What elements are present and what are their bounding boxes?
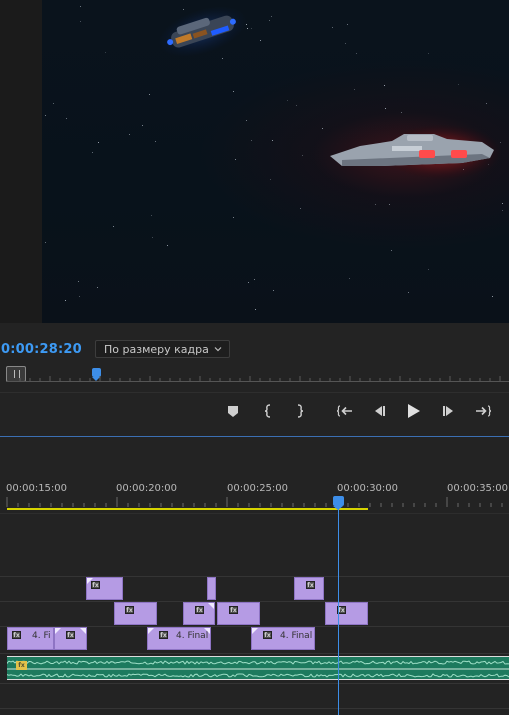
program-monitor-video[interactable] bbox=[42, 0, 509, 323]
step-forward-icon[interactable] bbox=[438, 400, 460, 422]
timeline-clip[interactable]: fx bbox=[114, 602, 157, 625]
monitor-mini-timeline[interactable] bbox=[0, 364, 509, 384]
audio-clip[interactable]: fx bbox=[7, 656, 509, 680]
audio-waveform bbox=[7, 660, 509, 678]
timeline-playhead-line[interactable] bbox=[338, 509, 339, 715]
step-back-icon[interactable] bbox=[368, 400, 390, 422]
fit-dropdown-value: По размеру кадра bbox=[104, 343, 209, 356]
fx-badge-icon[interactable]: fx bbox=[12, 631, 21, 639]
fx-badge-icon[interactable]: fx bbox=[125, 606, 134, 614]
timeline-clip[interactable]: fx bbox=[183, 602, 215, 625]
mini-ruler-ticks bbox=[19, 376, 501, 381]
timeline-clip[interactable]: fx 4. Final bbox=[147, 627, 211, 650]
monitor-side-panel bbox=[0, 0, 42, 323]
fx-badge-icon[interactable]: fx bbox=[306, 581, 315, 589]
go-to-out-icon[interactable] bbox=[472, 400, 494, 422]
track-divider bbox=[0, 576, 509, 577]
timeline-playhead-icon[interactable] bbox=[333, 496, 344, 510]
work-area-bar[interactable] bbox=[7, 508, 368, 510]
timeline-clip[interactable]: fx bbox=[325, 602, 368, 625]
timeline-ruler-ticks bbox=[6, 497, 503, 507]
fx-badge-icon[interactable]: fx bbox=[195, 606, 204, 614]
monitor-separator bbox=[0, 323, 509, 335]
timeline-clip[interactable]: fx 4. Final bbox=[251, 627, 315, 650]
controls-separator bbox=[0, 392, 509, 393]
fx-badge-icon[interactable]: fx bbox=[91, 581, 100, 589]
chevron-down-icon bbox=[214, 347, 222, 352]
ruler-label-20s: 00:00:20:00 bbox=[116, 483, 178, 494]
ruler-label-25s: 00:00:25:00 bbox=[227, 483, 289, 494]
white-spaceship bbox=[330, 124, 502, 180]
monitor-status-bar: 0:00:28:20 По размеру кадра bbox=[0, 336, 509, 362]
transport-controls bbox=[0, 400, 509, 424]
play-icon[interactable] bbox=[402, 400, 424, 422]
clip-name: 4. Fi bbox=[32, 631, 51, 641]
blue-spaceship bbox=[158, 6, 247, 57]
waveform-path bbox=[7, 673, 509, 678]
fx-badge-icon[interactable]: fx bbox=[159, 631, 168, 639]
clip-name: 4. Final bbox=[280, 631, 313, 641]
ruler-bottom-border bbox=[0, 513, 509, 514]
go-to-in-icon[interactable] bbox=[334, 400, 356, 422]
playhead-timecode[interactable]: 0:00:28:20 bbox=[1, 342, 82, 357]
ruler-label-30s: 00:00:30:00 bbox=[337, 483, 399, 494]
ruler-label-15s: 00:00:15:00 bbox=[6, 483, 68, 494]
fx-badge-icon[interactable]: fx bbox=[66, 631, 75, 639]
waveform-path bbox=[7, 660, 509, 665]
timeline-clip[interactable]: fx bbox=[294, 577, 324, 600]
premiere-window: 0:00:28:20 По размеру кадра 00:00:15:00 … bbox=[0, 0, 509, 715]
sequence-timeline[interactable]: 00:00:15:00 00:00:20:00 00:00:25:00 00:0… bbox=[0, 437, 509, 715]
track-divider bbox=[0, 708, 509, 709]
track-divider bbox=[0, 653, 509, 654]
mark-in-icon[interactable] bbox=[257, 400, 279, 422]
timeline-clip[interactable] bbox=[207, 577, 216, 600]
track-divider bbox=[0, 683, 509, 684]
fx-badge-icon[interactable]: fx bbox=[229, 606, 238, 614]
timeline-clip[interactable]: fx bbox=[217, 602, 260, 625]
timeline-clip[interactable]: fx bbox=[86, 577, 123, 600]
video-frame-spaceships bbox=[158, 6, 502, 180]
timeline-clip[interactable]: fx 4. Fi bbox=[7, 627, 54, 650]
mark-out-icon[interactable] bbox=[289, 400, 311, 422]
marker-icon[interactable] bbox=[222, 400, 244, 422]
fit-dropdown[interactable]: По размеру кадра bbox=[95, 340, 230, 358]
ruler-label-35s: 00:00:35:00 bbox=[447, 483, 509, 494]
timeline-clip[interactable]: fx bbox=[54, 627, 87, 650]
fx-badge-icon[interactable]: fx bbox=[263, 631, 272, 639]
fx-badge-icon[interactable]: fx bbox=[16, 661, 27, 670]
